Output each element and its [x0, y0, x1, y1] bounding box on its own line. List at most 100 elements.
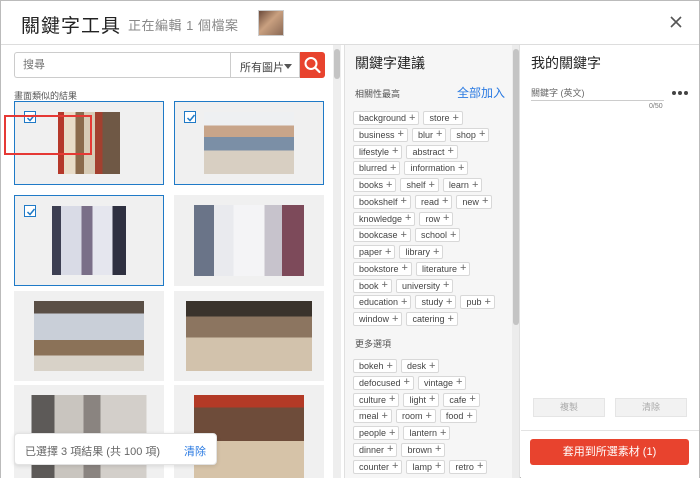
more-options-icon[interactable] — [672, 91, 688, 97]
keyword-tag[interactable]: university + — [395, 278, 454, 293]
keyword-tag[interactable]: bookshelf + — [353, 194, 411, 209]
keyword-tag[interactable]: blur + — [411, 127, 447, 142]
result-tile-3[interactable] — [14, 195, 164, 286]
keyword-tag[interactable]: blurred + — [353, 161, 401, 176]
keyword-tag[interactable]: cafe + — [443, 392, 480, 407]
editing-file-thumbnail[interactable] — [258, 10, 284, 36]
keyword-tag-label: lifestyle — [359, 146, 390, 157]
keyword-tag[interactable]: learn + — [442, 178, 483, 192]
plus-icon: + — [447, 145, 454, 157]
keyword-tag[interactable]: knowledge + — [353, 211, 416, 226]
keyword-tag-row: people + lantern + — [353, 426, 454, 440]
keyword-tag[interactable]: paper + — [353, 245, 396, 259]
keyword-tag[interactable]: food + — [439, 409, 477, 424]
keyword-field-label[interactable]: 關鍵字 (英文) — [531, 86, 585, 99]
keyword-tag[interactable]: pub + — [460, 295, 495, 310]
keyword-tag[interactable]: education + — [353, 295, 412, 310]
copy-keywords-button[interactable]: 複製 — [533, 398, 605, 417]
plus-icon: + — [428, 359, 436, 372]
keyword-tag[interactable]: read + — [414, 194, 453, 209]
selection-summary-bar: 已選擇 3 項結果 (共 100 項) 清除 — [14, 433, 217, 465]
keyword-tag-label: dinner — [359, 444, 385, 455]
checkbox-checked[interactable] — [24, 205, 36, 217]
result-tile-2[interactable] — [174, 101, 324, 185]
keyword-tag[interactable]: brown + — [401, 442, 446, 457]
keyword-tag-label: information — [410, 163, 455, 174]
plus-icon: + — [386, 359, 393, 372]
result-photo — [204, 112, 294, 174]
keyword-tag-label: row — [425, 213, 440, 224]
keyword-tag[interactable]: dinner + — [353, 442, 398, 457]
result-tile-5[interactable] — [14, 291, 164, 381]
keyword-tag[interactable]: lamp + — [406, 459, 446, 474]
close-button[interactable] — [665, 11, 687, 33]
keyword-tag[interactable]: bookstore + — [353, 261, 412, 276]
keyword-tag[interactable]: background + — [353, 111, 420, 125]
plus-icon: + — [381, 279, 388, 291]
keyword-tag-label: study — [421, 297, 443, 308]
keyword-tag[interactable]: new + — [456, 194, 493, 209]
keyword-tag[interactable]: school + — [414, 228, 461, 243]
plus-icon: + — [387, 443, 394, 456]
plus-icon: + — [392, 312, 399, 325]
keyword-tag[interactable]: light + — [403, 392, 440, 407]
keyword-tag-label: meal — [359, 411, 379, 422]
keyword-tag[interactable]: people + — [353, 426, 400, 440]
keyword-tag[interactable]: vintage + — [417, 375, 467, 390]
keyword-tag[interactable]: bookcase + — [353, 228, 411, 243]
keyword-tag[interactable]: counter + — [353, 459, 403, 474]
keyword-tag[interactable]: lantern + — [403, 426, 451, 440]
keyword-tag[interactable]: retro + — [449, 459, 488, 474]
keyword-tag[interactable]: room + — [395, 409, 436, 424]
keyword-tag[interactable]: defocused + — [353, 375, 414, 390]
checkbox-checked[interactable] — [184, 111, 196, 123]
keyword-tag[interactable]: literature + — [415, 261, 471, 276]
keyword-tag[interactable]: shelf + — [400, 178, 439, 192]
apply-to-selected-button[interactable]: 套用到所選素材 (1) — [530, 439, 689, 465]
keyword-tag[interactable]: shop + — [450, 127, 490, 142]
keyword-tag[interactable]: meal + — [353, 409, 392, 424]
keyword-tag-label: blurred — [359, 163, 388, 174]
keyword-tag[interactable]: business + — [353, 127, 408, 142]
plus-icon: + — [476, 460, 484, 472]
suggestions-title: 關鍵字建議 — [355, 55, 425, 71]
clear-keywords-button[interactable]: 清除 — [615, 398, 687, 417]
search-button[interactable] — [300, 52, 325, 78]
results-scrollbar[interactable] — [333, 45, 341, 478]
keyword-tag-row: defocused + vintage + — [353, 375, 470, 390]
search-input[interactable] — [14, 52, 230, 78]
suggestions-scrollbar-thumb[interactable] — [513, 49, 519, 325]
keyword-tag-row: lifestyle + abstract + — [353, 144, 462, 159]
keyword-tag[interactable]: library + — [399, 245, 444, 259]
keyword-tag[interactable]: desk + — [400, 359, 440, 373]
keyword-tag-label: culture — [359, 394, 387, 405]
plus-icon: + — [400, 228, 407, 241]
result-tile-4[interactable] — [174, 195, 324, 286]
suggestions-scrollbar[interactable] — [512, 45, 519, 478]
keyword-tag[interactable]: lifestyle + — [353, 144, 403, 159]
keyword-tag[interactable]: study + — [415, 295, 457, 310]
keyword-tag[interactable]: information + — [404, 161, 469, 176]
my-keywords-panel: 我的關鍵字 關鍵字 (英文) 0/50 複製 清除 套用到所選素材 (1) — [521, 45, 699, 478]
image-filter-dropdown[interactable]: 所有圖片 — [230, 52, 300, 78]
keyword-tag[interactable]: row + — [419, 211, 454, 226]
keyword-tag[interactable]: store + — [423, 111, 463, 125]
keyword-tag[interactable]: books + — [353, 178, 397, 192]
keyword-tag-row: background + store + — [353, 111, 467, 125]
image-results-panel: 所有圖片 畫面類似的結果 — [1, 45, 344, 478]
clear-selection-link[interactable]: 清除 — [184, 443, 206, 459]
check-icon — [186, 114, 196, 122]
keyword-tag-row: bokeh + desk + — [353, 359, 443, 373]
keyword-tag[interactable]: book + — [353, 278, 392, 293]
add-all-link[interactable]: 全部加入 — [457, 84, 505, 101]
keyword-tag-label: bookcase — [359, 230, 398, 241]
keyword-tag[interactable]: window + — [353, 312, 403, 326]
keyword-tag[interactable]: culture + — [353, 392, 400, 407]
results-scrollbar-thumb[interactable] — [334, 49, 340, 79]
keyword-tag[interactable]: catering + — [406, 312, 458, 326]
keyword-tag[interactable]: abstract + — [406, 144, 458, 159]
keyword-tag-label: new — [462, 196, 479, 207]
keyword-field[interactable] — [531, 100, 664, 101]
result-tile-6[interactable] — [174, 291, 324, 381]
keyword-tag[interactable]: bokeh + — [353, 359, 397, 373]
